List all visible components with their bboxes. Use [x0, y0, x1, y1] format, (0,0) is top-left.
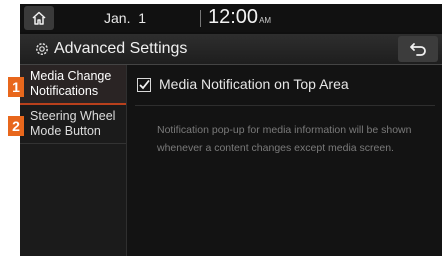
title-bar: Advanced Settings	[20, 34, 442, 65]
page-title: Advanced Settings	[54, 40, 188, 57]
content-divider	[135, 105, 435, 106]
media-notification-option[interactable]: Media Notification on Top Area	[135, 73, 435, 101]
checkmark-icon	[139, 79, 150, 90]
sidebar-item-label: Steering Wheel Mode Button	[30, 109, 116, 138]
callout-badge-1: 1	[8, 77, 24, 97]
settings-sidebar: Media Change Notifications Steering Wheel…	[20, 65, 127, 256]
clock-time: 12:00	[208, 6, 259, 28]
callout-badge-2: 2	[8, 116, 24, 136]
back-arrow-icon	[410, 43, 426, 56]
date-display: Jan. 1	[104, 10, 147, 26]
gear-icon	[36, 43, 48, 55]
sidebar-item-media-change-notifications[interactable]: Media Change Notifications	[20, 65, 126, 105]
status-divider	[200, 10, 201, 27]
media-notification-checkbox[interactable]	[137, 78, 151, 92]
clock-display: 12:00AM	[208, 6, 271, 29]
clock-ampm: AM	[259, 16, 272, 25]
home-button[interactable]	[24, 6, 54, 30]
option-description: Notification pop-up for media informatio…	[157, 124, 412, 154]
sidebar-item-label: Media Change Notifications	[30, 69, 112, 98]
head-unit-screen: Jan. 1 12:00AM Advanced Settings Media C…	[20, 4, 442, 256]
settings-content: Media Notification on Top Area Notificat…	[127, 65, 442, 256]
sidebar-item-steering-wheel-mode-button[interactable]: Steering Wheel Mode Button	[20, 105, 126, 144]
back-button[interactable]	[398, 36, 438, 62]
home-icon	[32, 11, 46, 25]
media-notification-label: Media Notification on Top Area	[159, 76, 349, 92]
status-bar: Jan. 1 12:00AM	[20, 4, 442, 32]
